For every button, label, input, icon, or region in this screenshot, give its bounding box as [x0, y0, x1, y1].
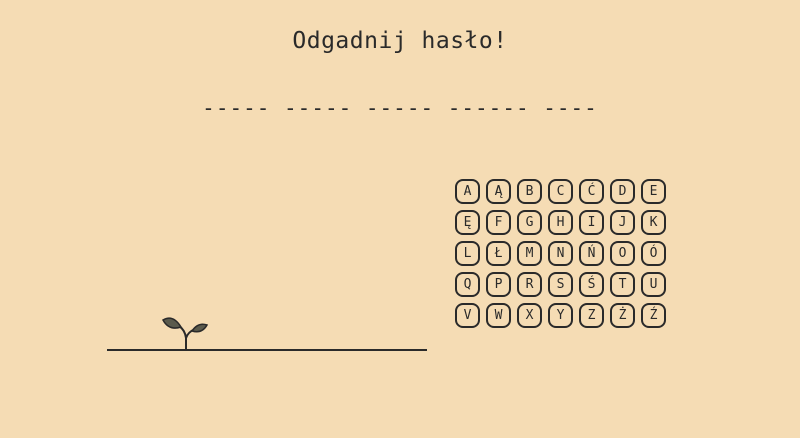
- letter-key[interactable]: N: [548, 241, 573, 266]
- letter-keyboard: AĄBCĆDE ĘFGHIJK LŁMNŃOÓ QPRSŚTU VWXYZŻŹ: [455, 179, 666, 328]
- letter-key[interactable]: Ś: [579, 272, 604, 297]
- letter-key[interactable]: A: [455, 179, 480, 204]
- letter-key[interactable]: V: [455, 303, 480, 328]
- sprout-scene-svg: [107, 317, 427, 351]
- letter-key[interactable]: T: [610, 272, 635, 297]
- password-mask: ----- ----- ----- ------ ----: [202, 96, 598, 120]
- letter-key[interactable]: W: [486, 303, 511, 328]
- sprout-left-leaf: [161, 317, 183, 329]
- letter-key[interactable]: Ł: [486, 241, 511, 266]
- letter-key[interactable]: G: [517, 210, 542, 235]
- letter-key[interactable]: X: [517, 303, 542, 328]
- letter-key[interactable]: Z: [579, 303, 604, 328]
- sprout-right-leaf: [190, 323, 209, 333]
- game-title: Odgadnij hasło!: [292, 28, 508, 54]
- letter-key[interactable]: D: [610, 179, 635, 204]
- letter-key[interactable]: Q: [455, 272, 480, 297]
- letter-key[interactable]: Ą: [486, 179, 511, 204]
- letter-key[interactable]: U: [641, 272, 666, 297]
- letter-key[interactable]: Ź: [641, 303, 666, 328]
- letter-key[interactable]: I: [579, 210, 604, 235]
- letter-key[interactable]: Ó: [641, 241, 666, 266]
- letter-key[interactable]: Ć: [579, 179, 604, 204]
- letter-key[interactable]: Ę: [455, 210, 480, 235]
- hangman-scene: [105, 300, 430, 360]
- letter-key[interactable]: H: [548, 210, 573, 235]
- letter-key[interactable]: O: [610, 241, 635, 266]
- letter-key[interactable]: B: [517, 179, 542, 204]
- letter-key[interactable]: Ż: [610, 303, 635, 328]
- letter-key[interactable]: J: [610, 210, 635, 235]
- letter-key[interactable]: R: [517, 272, 542, 297]
- letter-key[interactable]: E: [641, 179, 666, 204]
- letter-key[interactable]: Y: [548, 303, 573, 328]
- sprout-icon: [161, 317, 209, 351]
- letter-key[interactable]: C: [548, 179, 573, 204]
- letter-key[interactable]: K: [641, 210, 666, 235]
- letter-key[interactable]: P: [486, 272, 511, 297]
- letter-key[interactable]: L: [455, 241, 480, 266]
- letter-key[interactable]: Ń: [579, 241, 604, 266]
- letter-key[interactable]: M: [517, 241, 542, 266]
- letter-key[interactable]: S: [548, 272, 573, 297]
- letter-key[interactable]: F: [486, 210, 511, 235]
